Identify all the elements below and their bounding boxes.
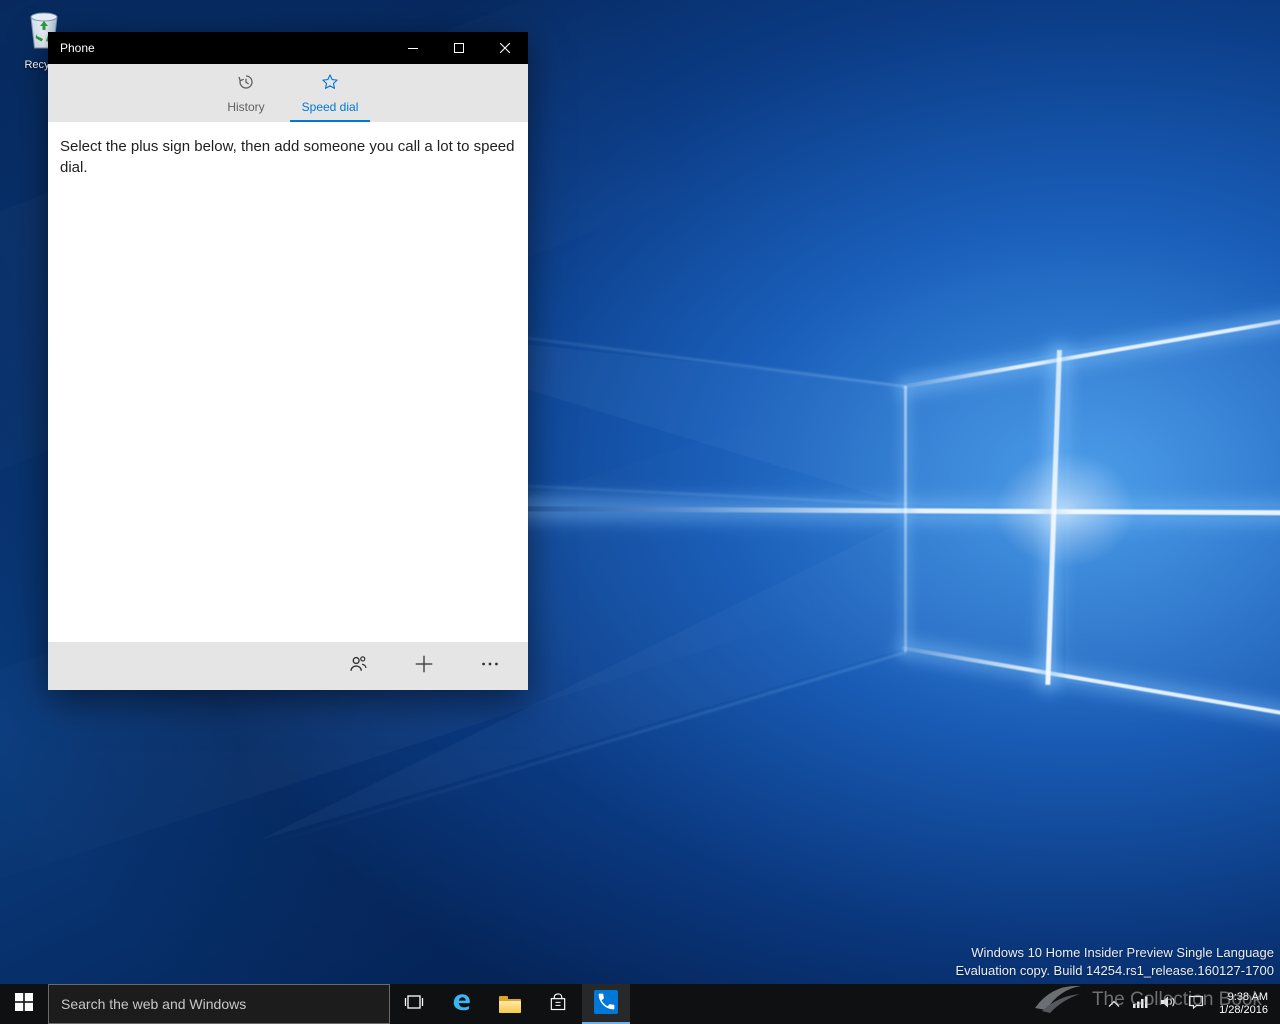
- volume-icon: [1160, 995, 1176, 1014]
- window-titlebar[interactable]: Phone: [48, 32, 528, 64]
- phone-app-icon: [594, 990, 618, 1019]
- plus-icon: [413, 653, 435, 680]
- star-icon: [321, 73, 339, 96]
- add-speed-dial-button[interactable]: [396, 642, 452, 690]
- pivot-tabbar: History Speed dial: [48, 64, 528, 122]
- system-tray: 9:38 AM 1/28/2016: [1103, 984, 1280, 1024]
- speed-dial-contacts-button[interactable]: [330, 642, 386, 690]
- tab-speed-dial-label: Speed dial: [302, 100, 359, 114]
- hidden-icons-button[interactable]: [1103, 984, 1125, 1024]
- task-view-icon: [404, 993, 424, 1016]
- network-button[interactable]: [1127, 984, 1153, 1024]
- empty-state-message: Select the plus sign below, then add som…: [60, 136, 516, 178]
- maximize-button[interactable]: [436, 32, 482, 64]
- people-icon: [347, 653, 369, 680]
- tab-history[interactable]: History: [206, 64, 286, 122]
- phone-app-window: Phone History: [48, 32, 528, 690]
- network-icon: [1132, 995, 1148, 1014]
- wallpaper-window-edge: [904, 386, 907, 652]
- tab-speed-dial[interactable]: Speed dial: [290, 64, 370, 122]
- app-command-bar: [48, 642, 528, 690]
- watermark-line2: Evaluation copy. Build 14254.rs1_release…: [956, 962, 1275, 980]
- clock-time: 9:38 AM: [1219, 991, 1268, 1004]
- history-icon: [237, 73, 255, 96]
- watermark-line1: Windows 10 Home Insider Preview Single L…: [956, 944, 1275, 962]
- window-title: Phone: [48, 41, 390, 55]
- taskbar-search-box[interactable]: [48, 984, 390, 1024]
- wallpaper-glow: [995, 452, 1135, 567]
- action-center-button[interactable]: [1183, 984, 1209, 1024]
- taskbar-app-store[interactable]: [534, 984, 582, 1024]
- taskbar-app-file-explorer[interactable]: [486, 984, 534, 1024]
- tab-history-label: History: [227, 100, 264, 114]
- taskbar-app-edge[interactable]: [438, 984, 486, 1024]
- minimize-button[interactable]: [390, 32, 436, 64]
- search-input[interactable]: [49, 985, 389, 1023]
- ellipsis-icon: [479, 653, 501, 680]
- taskbar-app-phone[interactable]: [582, 984, 630, 1024]
- speed-dial-panel: Select the plus sign below, then add som…: [48, 122, 528, 642]
- volume-button[interactable]: [1155, 984, 1181, 1024]
- store-icon: [548, 992, 568, 1017]
- file-explorer-icon: [499, 996, 521, 1013]
- insider-build-watermark: Windows 10 Home Insider Preview Single L…: [956, 944, 1275, 980]
- clock-date: 1/28/2016: [1219, 1004, 1268, 1017]
- windows-logo-icon: [15, 993, 33, 1016]
- close-button[interactable]: [482, 32, 528, 64]
- taskbar-clock[interactable]: 9:38 AM 1/28/2016: [1211, 991, 1276, 1017]
- edge-icon: [451, 991, 473, 1018]
- task-view-button[interactable]: [390, 984, 438, 1024]
- taskbar: 9:38 AM 1/28/2016: [0, 984, 1280, 1024]
- start-button[interactable]: [0, 984, 48, 1024]
- action-center-icon: [1188, 995, 1204, 1014]
- chevron-up-icon: [1108, 995, 1120, 1013]
- more-button[interactable]: [462, 642, 518, 690]
